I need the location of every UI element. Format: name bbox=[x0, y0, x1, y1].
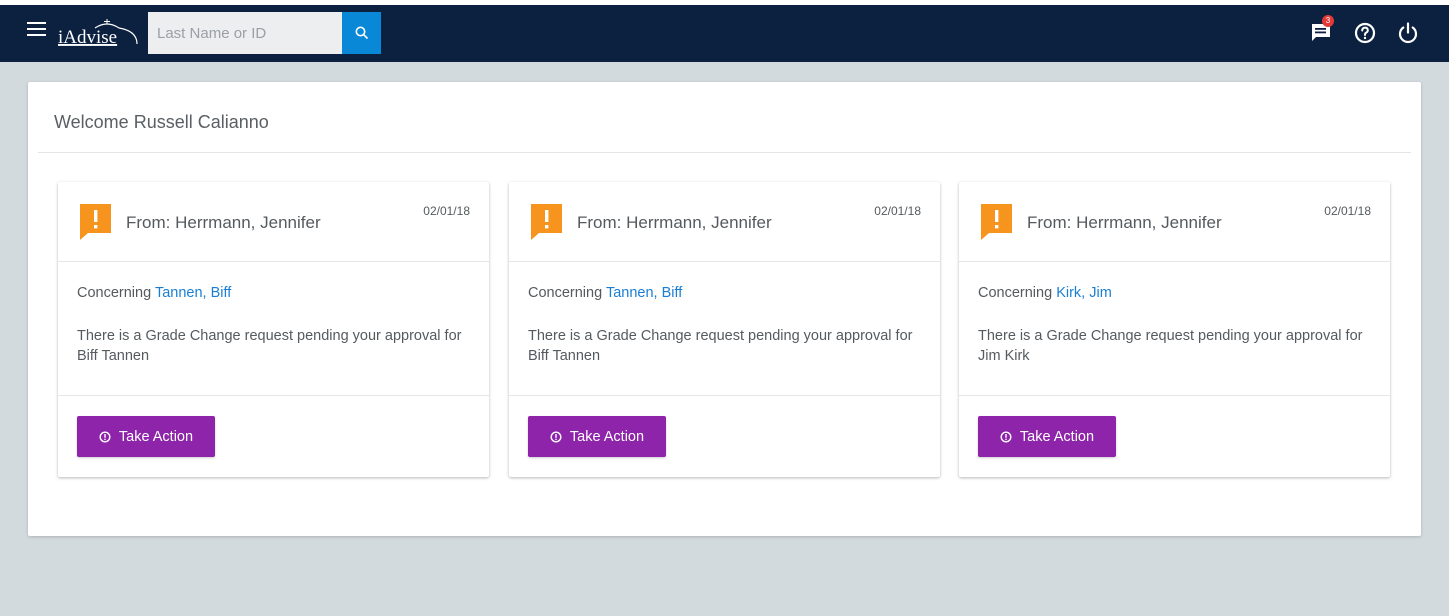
concerning-label: Concerning bbox=[978, 285, 1053, 301]
card-header: From: Herrmann, Jennifer 02/01/18 bbox=[509, 182, 940, 262]
divider bbox=[509, 395, 940, 396]
power-icon[interactable] bbox=[1396, 21, 1420, 45]
help-icon[interactable] bbox=[1353, 21, 1377, 45]
card-message: There is a Grade Change request pending … bbox=[978, 328, 1363, 364]
card-message: There is a Grade Change request pending … bbox=[528, 328, 913, 364]
card-message: There is a Grade Change request pending … bbox=[77, 328, 462, 364]
alert-message-icon bbox=[981, 204, 1012, 240]
alert-message-icon bbox=[80, 204, 111, 240]
student-link[interactable]: Tannen, Biff bbox=[606, 285, 682, 301]
take-action-button[interactable]: Take Action bbox=[978, 416, 1116, 457]
info-icon bbox=[1000, 430, 1012, 443]
student-link[interactable]: Kirk, Jim bbox=[1056, 285, 1112, 301]
concerning-line: Concerning Tannen, Biff bbox=[528, 285, 682, 301]
card-sender: From: Herrmann, Jennifer bbox=[126, 213, 321, 232]
card-date: 02/01/18 bbox=[423, 204, 470, 218]
divider bbox=[58, 395, 489, 396]
card-date: 02/01/18 bbox=[874, 204, 921, 218]
iadvise-logo[interactable]: iAdvise bbox=[57, 17, 139, 49]
card-header: From: Herrmann, Jennifer 02/01/18 bbox=[58, 182, 489, 262]
take-action-label: Take Action bbox=[118, 428, 194, 445]
concerning-line: Concerning Kirk, Jim bbox=[978, 285, 1112, 301]
card-date: 02/01/18 bbox=[1324, 204, 1371, 218]
take-action-button[interactable]: Take Action bbox=[77, 416, 215, 457]
take-action-label: Take Action bbox=[569, 428, 645, 445]
card-sender: From: Herrmann, Jennifer bbox=[1027, 213, 1222, 232]
search-input[interactable] bbox=[148, 12, 342, 54]
take-action-button[interactable]: Take Action bbox=[528, 416, 666, 457]
info-icon bbox=[99, 430, 111, 443]
alert-message-icon bbox=[531, 204, 562, 240]
card-header: From: Herrmann, Jennifer 02/01/18 bbox=[959, 182, 1390, 262]
take-action-label: Take Action bbox=[1019, 428, 1095, 445]
divider bbox=[38, 152, 1411, 153]
welcome-panel: Welcome Russell Calianno From: Herrmann,… bbox=[28, 82, 1421, 536]
info-icon bbox=[550, 430, 562, 443]
notification-badge: 3 bbox=[1322, 15, 1334, 27]
menu-icon[interactable] bbox=[27, 22, 46, 38]
student-link[interactable]: Tannen, Biff bbox=[155, 285, 231, 301]
svg-text:iAdvise: iAdvise bbox=[58, 27, 117, 48]
welcome-heading: Welcome Russell Calianno bbox=[54, 112, 269, 132]
concerning-line: Concerning Tannen, Biff bbox=[77, 285, 231, 301]
alert-card: From: Herrmann, Jennifer 02/01/18 Concer… bbox=[509, 182, 940, 477]
divider bbox=[959, 395, 1390, 396]
card-sender: From: Herrmann, Jennifer bbox=[577, 213, 772, 232]
top-nav-bar: iAdvise 3 bbox=[0, 0, 1449, 62]
concerning-label: Concerning bbox=[77, 285, 152, 301]
concerning-label: Concerning bbox=[528, 285, 603, 301]
search-icon bbox=[355, 26, 368, 40]
chat-notification-icon[interactable]: 3 bbox=[1310, 15, 1334, 45]
search-button[interactable] bbox=[342, 12, 381, 54]
alert-card: From: Herrmann, Jennifer 02/01/18 Concer… bbox=[58, 182, 489, 477]
alert-card: From: Herrmann, Jennifer 02/01/18 Concer… bbox=[959, 182, 1390, 477]
